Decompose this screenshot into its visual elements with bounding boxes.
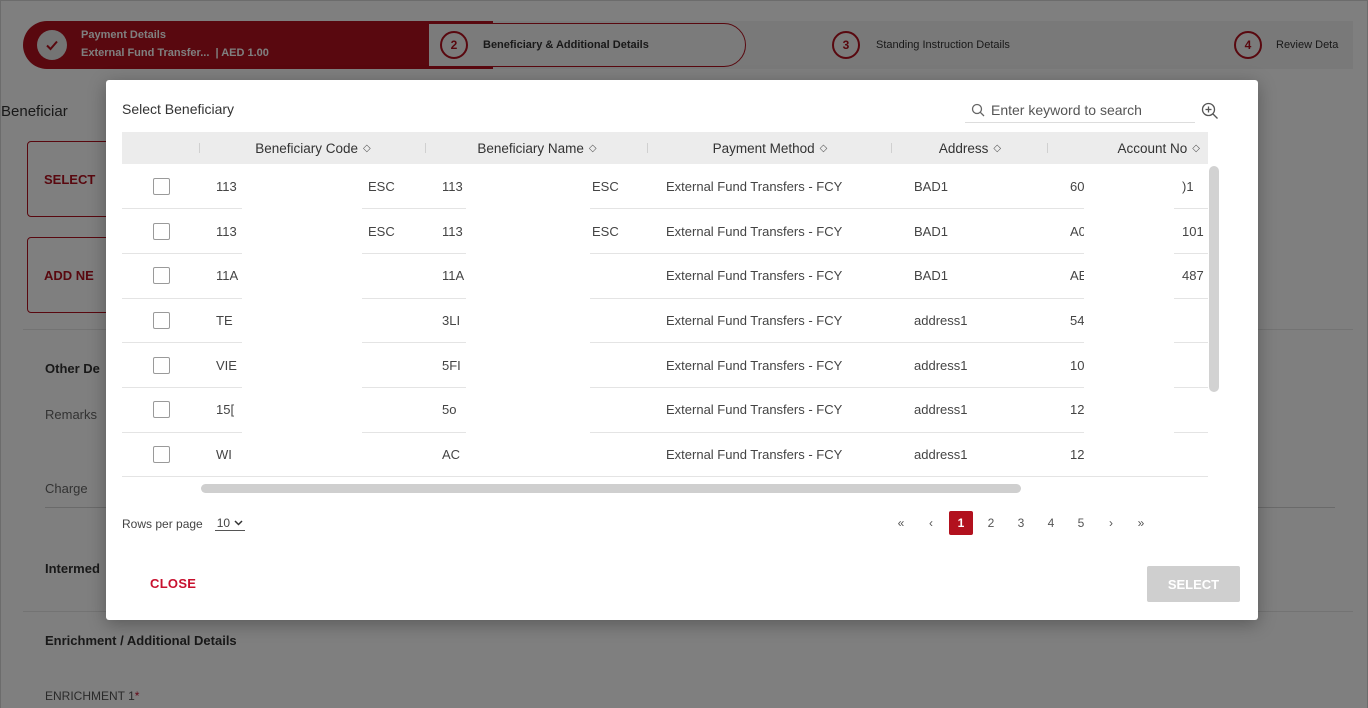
row-checkbox-cell: [122, 432, 200, 477]
cell-address: address1: [914, 357, 968, 373]
redaction-mask: [242, 166, 362, 472]
row-checkbox-cell: [122, 387, 200, 432]
cell-payment-method: External Fund Transfers - FCY: [666, 446, 843, 462]
page-button-2[interactable]: 2: [979, 511, 1003, 535]
row-checkbox[interactable]: [152, 401, 170, 419]
cell-address: BAD1: [914, 268, 948, 284]
cell-payment-method: External Fund Transfers - FCY: [666, 357, 843, 373]
pagination: « ‹ 1 2 3 4 5 › »: [886, 511, 1156, 535]
search-box: [965, 97, 1195, 123]
cell-payment-method: External Fund Transfers - FCY: [666, 312, 843, 328]
row-checkbox[interactable]: [152, 177, 170, 195]
select-beneficiary-modal: Select Beneficiary Beneficiary Code◇ Ben…: [106, 80, 1258, 620]
beneficiary-table-wrapper: Beneficiary Code ◇ Beneficiary Name ◇ Paym…: [122, 132, 1208, 494]
row-checkbox[interactable]: [152, 311, 170, 329]
cell-payment-method: External Fund Transfers - FCY: [666, 178, 843, 194]
row-checkbox-cell: [122, 209, 200, 254]
vertical-scrollbar[interactable]: [1209, 166, 1219, 392]
page-button-4[interactable]: 4: [1039, 511, 1063, 535]
col-beneficiary-code[interactable]: Beneficiary Code ◇: [200, 132, 426, 164]
table-header-row: Beneficiary Code ◇ Beneficiary Name ◇ Paym…: [122, 132, 1208, 164]
cell-address: BAD1: [914, 223, 948, 239]
modal-title: Select Beneficiary: [122, 101, 235, 117]
first-page-button[interactable]: «: [889, 511, 913, 535]
row-checkbox[interactable]: [152, 446, 170, 463]
cell-address: address1: [914, 312, 968, 328]
chevron-down-icon: [234, 520, 243, 526]
col-payment-method[interactable]: Payment Method ◇: [648, 132, 892, 164]
rows-per-page-select[interactable]: 10: [214, 516, 246, 531]
search-input[interactable]: [991, 101, 1181, 118]
sort-icon[interactable]: ◇: [1192, 143, 1200, 154]
row-checkbox-cell: [122, 253, 200, 298]
row-checkbox[interactable]: [152, 222, 170, 240]
page-button-1[interactable]: 1: [949, 511, 973, 535]
row-checkbox-cell: [122, 298, 200, 343]
sort-icon[interactable]: ◇: [589, 143, 597, 154]
row-checkbox[interactable]: [152, 267, 170, 285]
row-checkbox[interactable]: [152, 356, 170, 374]
redaction-mask: [1084, 166, 1174, 472]
zoom-in-icon[interactable]: [1198, 99, 1222, 123]
cell-address: address1: [914, 402, 968, 418]
prev-page-button[interactable]: ‹: [919, 511, 943, 535]
page-button-5[interactable]: 5: [1069, 511, 1093, 535]
cell-address: address1: [914, 446, 968, 462]
redaction-mask: [466, 166, 590, 472]
cell-payment-method: External Fund Transfers - FCY: [666, 223, 843, 239]
select-button[interactable]: SELECT: [1147, 566, 1240, 602]
sort-icon[interactable]: ◇: [363, 143, 371, 154]
cell-payment-method: External Fund Transfers - FCY: [666, 268, 843, 284]
cell-address: BAD1: [914, 178, 948, 194]
next-page-button[interactable]: ›: [1099, 511, 1123, 535]
row-checkbox-cell: [122, 343, 200, 388]
cell-payment-method: External Fund Transfers - FCY: [666, 402, 843, 418]
sort-icon[interactable]: ◇: [993, 143, 1001, 154]
horizontal-scrollbar[interactable]: [201, 484, 1021, 493]
last-page-button[interactable]: »: [1129, 511, 1153, 535]
col-account-no[interactable]: Account No ◇: [1048, 132, 1208, 164]
rows-per-page-label: Rows per page: [122, 516, 203, 531]
header-checkbox-col: [122, 132, 200, 164]
close-button[interactable]: CLOSE: [150, 576, 196, 591]
row-checkbox-cell: [122, 164, 200, 209]
page-button-3[interactable]: 3: [1009, 511, 1033, 535]
col-address[interactable]: Address ◇: [892, 132, 1048, 164]
col-beneficiary-name[interactable]: Beneficiary Name ◇: [426, 132, 648, 164]
search-icon: [965, 97, 991, 123]
rows-per-page: Rows per page 10: [122, 516, 246, 531]
sort-icon[interactable]: ◇: [820, 143, 828, 154]
